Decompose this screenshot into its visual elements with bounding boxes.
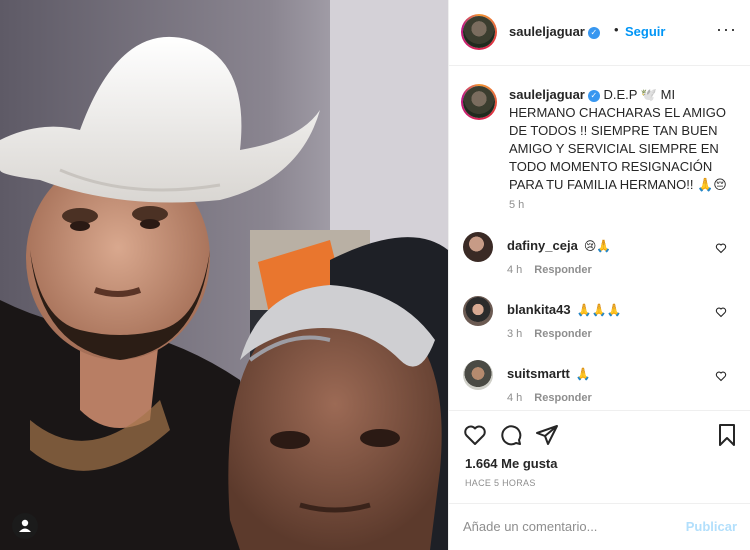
selfie-image [0,0,448,550]
reply-button[interactable]: Responder [534,328,591,340]
more-options-icon[interactable]: ··· [716,20,737,38]
comment-heart-icon[interactable] [715,242,727,254]
commenter-avatar[interactable] [463,232,493,262]
comment-time[interactable]: 3 h [507,328,522,340]
post-sidebar: sauleljaguar ✓ • Seguir ··· sauleljaguar ✓… [448,0,750,550]
caption-body: D.E.P 🕊️ MI HERMANO CHACHARAS EL AMIGO D… [509,87,727,192]
comment-item: dafiny_ceja 😢🙏 4 h Responder [449,232,750,288]
commenter-username[interactable]: blankita43 [507,302,571,317]
follow-button[interactable]: Seguir [625,24,665,39]
reply-button[interactable]: Responder [534,392,591,404]
add-comment-bar: Publicar [449,503,750,549]
post-header: sauleljaguar ✓ • Seguir ··· [449,0,750,66]
caption-username[interactable]: sauleljaguar [509,87,585,102]
commenter-username[interactable]: dafiny_ceja [507,238,578,253]
comment-meta: 4 h Responder [507,264,592,276]
caption-timestamp[interactable]: 5 h [509,199,524,211]
bookmark-icon[interactable] [715,423,739,447]
reply-button[interactable]: Responder [534,264,591,276]
comment-meta: 4 h Responder [507,392,592,404]
comment-item: suitsmartt 🙏 4 h Responder [449,360,750,416]
author-username[interactable]: sauleljaguar ✓ [509,24,600,39]
comment-meta: 3 h Responder [507,328,592,340]
comment-icon[interactable] [499,423,523,447]
verified-badge-icon: ✓ [587,89,600,102]
post-photo[interactable] [0,0,448,550]
author-avatar[interactable] [461,14,497,50]
comment-time[interactable]: 4 h [507,392,522,404]
separator-dot: • [614,22,619,37]
comment-text: suitsmartt 🙏 [507,366,591,381]
comment-input[interactable] [463,512,673,540]
comment-time[interactable]: 4 h [507,264,522,276]
commenter-username[interactable]: suitsmartt [507,366,570,381]
post-actions: 1.664 Me gusta HACE 5 HORAS Publicar [449,410,750,540]
share-icon[interactable] [535,423,559,447]
publish-button[interactable]: Publicar [686,519,737,534]
comment-heart-icon[interactable] [715,306,727,318]
comment-text: blankita43 🙏🙏🙏 [507,302,622,317]
caption-avatar[interactable] [461,84,497,120]
tag-user-icon[interactable] [12,513,38,539]
comment-heart-icon[interactable] [715,370,727,382]
verified-badge-icon: ✓ [587,26,600,39]
like-count[interactable]: 1.664 Me gusta [465,456,558,471]
comment-item: blankita43 🙏🙏🙏 3 h Responder [449,296,750,352]
caption-text-block: sauleljaguar ✓ D.E.P 🕊️ MI HERMANO CHACHA… [509,86,735,194]
post-time-ago[interactable]: HACE 5 HORAS [465,478,536,488]
commenter-avatar[interactable] [463,360,493,390]
heart-icon[interactable] [463,423,487,447]
commenter-avatar[interactable] [463,296,493,326]
comment-text: dafiny_ceja 😢🙏 [507,238,612,253]
